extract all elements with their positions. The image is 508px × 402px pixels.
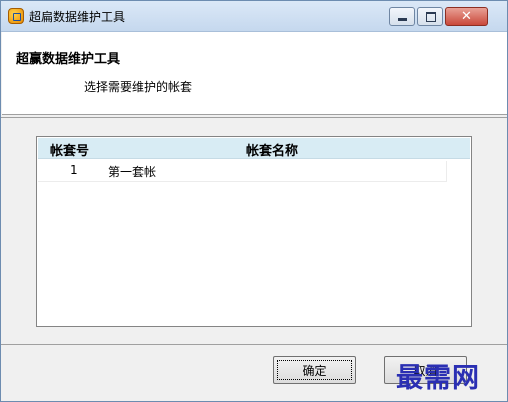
title-bar[interactable]: 超扁数据维护工具 ✕ [1, 1, 507, 32]
list-row[interactable]: 1 第一套帐 [38, 161, 447, 182]
watermark-text: 最需网 [396, 363, 480, 394]
cell-account-name: 第一套帐 [108, 165, 157, 179]
header-subtitle: 选择需要维护的帐套 [84, 80, 193, 94]
window-title: 超扁数据维护工具 [29, 10, 126, 24]
close-button[interactable]: ✕ [445, 7, 488, 26]
minimize-icon [398, 18, 407, 21]
maximize-button[interactable] [417, 7, 443, 26]
footer-divider [1, 344, 507, 345]
ok-button[interactable]: 确定 [273, 356, 356, 384]
column-header-number[interactable]: 帐套号 [50, 140, 89, 159]
header-divider [1, 117, 507, 118]
app-icon [8, 8, 24, 24]
column-header-name[interactable]: 帐套名称 [246, 140, 298, 159]
cell-account-number: 1 [70, 163, 78, 177]
dialog-window: 超扁数据维护工具 ✕ 超赢数据维护工具 选择需要维护的帐套 帐套号 帐套名称 1… [0, 0, 508, 402]
list-header: 帐套号 帐套名称 [38, 138, 470, 159]
maximize-icon [426, 12, 436, 22]
header-title: 超赢数据维护工具 [16, 52, 121, 67]
close-icon: ✕ [461, 9, 472, 24]
header-panel: 超赢数据维护工具 选择需要维护的帐套 [2, 32, 507, 115]
ok-button-label: 确定 [302, 364, 327, 378]
minimize-button[interactable] [389, 7, 415, 26]
account-list[interactable]: 帐套号 帐套名称 1 第一套帐 [36, 136, 472, 327]
